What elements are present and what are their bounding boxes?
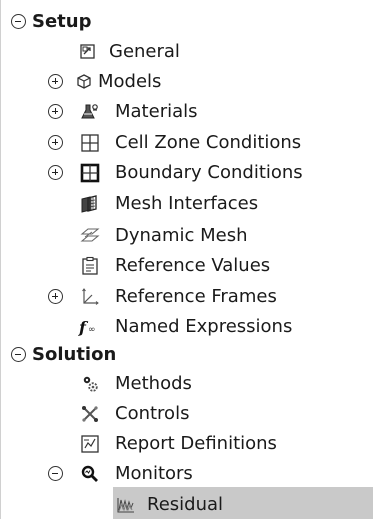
tree-label-solution: Solution — [32, 344, 117, 365]
tree-item-materials[interactable]: Materials — [1, 97, 373, 127]
tree-label-reference-values: Reference Values — [115, 255, 271, 276]
tree-item-residual[interactable]: Residual — [1, 490, 373, 520]
tree-item-monitors[interactable]: Monitors — [1, 459, 373, 489]
collapse-icon[interactable] — [11, 14, 26, 29]
tree-label-residual: Residual — [147, 494, 224, 515]
report-definitions-icon — [80, 434, 100, 454]
tree-label-boundary-conditions: Boundary Conditions — [115, 162, 303, 183]
tree-label-dynamic-mesh: Dynamic Mesh — [115, 225, 248, 246]
tree-label-named-expressions: Named Expressions — [115, 316, 293, 337]
residual-chart-icon — [116, 495, 136, 515]
expand-icon[interactable] — [48, 74, 63, 89]
tree-label-methods: Methods — [115, 373, 192, 394]
expand-icon[interactable] — [48, 104, 63, 119]
tree-item-controls[interactable]: Controls — [1, 399, 373, 429]
tree-node-solution[interactable]: Solution — [1, 340, 373, 370]
tree-item-report-definitions[interactable]: Report Definitions — [1, 429, 373, 459]
models-cube-icon — [74, 72, 94, 92]
materials-flask-icon — [80, 102, 100, 122]
tree-label-setup: Setup — [32, 11, 92, 32]
tree-node-setup[interactable]: Setup — [1, 7, 373, 37]
reference-frames-axes-icon — [80, 287, 100, 307]
cell-zone-grid-icon — [80, 133, 100, 153]
tree-label-models: Models — [98, 71, 162, 92]
tree-item-named-expressions[interactable]: f ∞ Named Expressions — [1, 312, 373, 342]
tree-item-reference-values[interactable]: Reference Values — [1, 251, 373, 281]
tree-label-cell-zone-conditions: Cell Zone Conditions — [115, 132, 302, 153]
tree-label-materials: Materials — [115, 101, 198, 122]
tree-item-boundary-conditions[interactable]: Boundary Conditions — [1, 158, 373, 188]
tree-item-reference-frames[interactable]: Reference Frames — [1, 282, 373, 312]
function-icon: f ∞ — [78, 317, 102, 337]
collapse-icon[interactable] — [11, 347, 26, 362]
tree-label-mesh-interfaces: Mesh Interfaces — [115, 193, 259, 214]
monitors-magnifier-icon — [80, 464, 100, 484]
controls-icon — [80, 404, 100, 424]
tree-item-dynamic-mesh[interactable]: Dynamic Mesh — [1, 221, 373, 251]
tree-label-general: General — [109, 41, 180, 62]
mesh-interfaces-icon — [79, 194, 99, 214]
tree-item-mesh-interfaces[interactable]: Mesh Interfaces — [1, 189, 373, 219]
tree-item-methods[interactable]: Methods — [1, 369, 373, 399]
methods-gears-icon — [80, 374, 100, 394]
boundary-grid-icon — [80, 163, 100, 183]
dynamic-mesh-icon — [80, 226, 100, 246]
tree-label-reference-frames: Reference Frames — [115, 286, 277, 307]
tree-label-report-definitions: Report Definitions — [115, 433, 277, 454]
expand-icon[interactable] — [48, 135, 63, 150]
tree-item-general[interactable]: General — [1, 37, 373, 67]
general-settings-icon — [78, 42, 98, 62]
expand-icon[interactable] — [48, 289, 63, 304]
expand-icon[interactable] — [48, 165, 63, 180]
tree-item-cell-zone-conditions[interactable]: Cell Zone Conditions — [1, 128, 373, 158]
svg-text:∞: ∞ — [88, 325, 96, 335]
reference-values-clipboard-icon — [80, 256, 100, 276]
collapse-icon[interactable] — [48, 466, 63, 481]
tree-label-monitors: Monitors — [115, 463, 193, 484]
tree-label-controls: Controls — [115, 403, 190, 424]
tree-item-models[interactable]: Models — [1, 67, 373, 97]
outline-tree: Setup General Models Materials Cell Zone… — [0, 0, 373, 519]
